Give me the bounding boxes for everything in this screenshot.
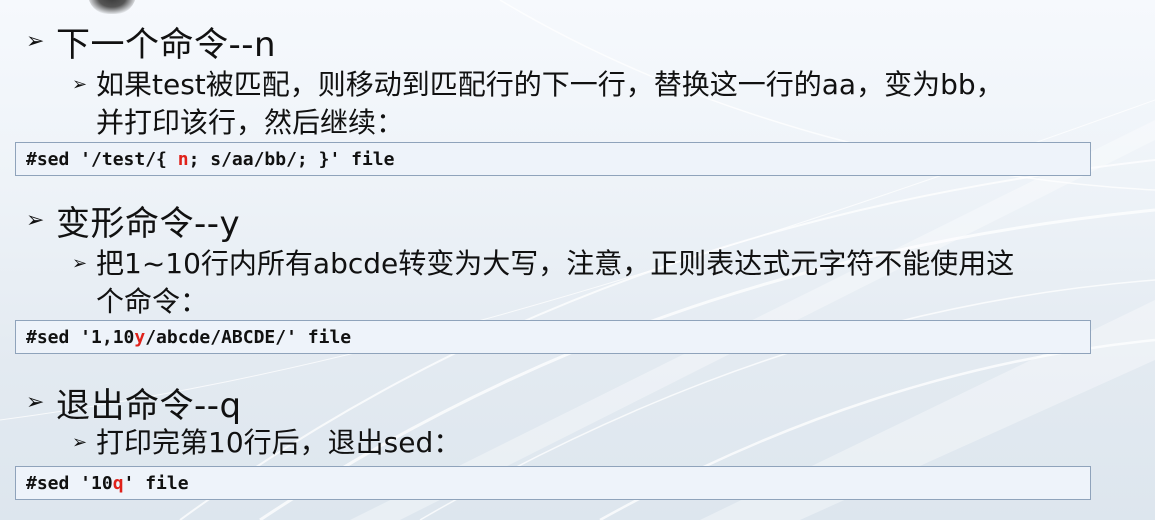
description-line: 打印完第10行后，退出sed： xyxy=(96,426,462,459)
code-highlight: q xyxy=(112,472,124,494)
description-line: 并打印该行，然后继续： xyxy=(96,106,405,139)
code-text: /abcde/ABCDE/' file xyxy=(145,326,352,348)
arrow-bullet-icon: ➢ xyxy=(72,74,88,95)
description-next-command: ➢ 如果test被匹配，则移动到匹配行的下一行，替换这一行的aa，变为bb， 并… xyxy=(72,66,1004,142)
code-text: #sed '10 xyxy=(26,472,113,494)
arrow-bullet-icon: ➢ xyxy=(72,432,88,453)
code-text: ; s/aa/bb/; }' file xyxy=(188,148,395,170)
heading-quit-command: ➢ 退出命令--q xyxy=(26,378,242,427)
heading-transform-command: ➢ 变形命令--y xyxy=(26,196,240,245)
arrow-bullet-icon: ➢ xyxy=(26,208,45,233)
heading-text: 退出命令--q xyxy=(56,386,242,426)
arrow-bullet-icon: ➢ xyxy=(26,29,45,54)
description-line: 如果test被匹配，则移动到匹配行的下一行，替换这一行的aa，变为bb， xyxy=(96,68,1004,101)
heading-text: 下一个命令--n xyxy=(56,25,277,65)
description-line: 个命令： xyxy=(96,285,209,318)
heading-text: 变形命令--y xyxy=(56,204,241,244)
description-line: 把1~10行内所有abcde转变为大写，注意，正则表达式元字符不能使用这 xyxy=(96,247,1015,280)
code-block-quit-command: #sed '10 q ' file xyxy=(15,466,1091,500)
code-highlight: y xyxy=(134,326,146,348)
description-transform-command: ➢ 把1~10行内所有abcde转变为大写，注意，正则表达式元字符不能使用这 个… xyxy=(72,245,1014,321)
code-text: #sed '/test/{ xyxy=(26,148,178,170)
code-block-next-command: #sed '/test/{ n; s/aa/bb/; }' file xyxy=(15,142,1091,176)
heading-next-command: ➢ 下一个命令--n xyxy=(26,17,276,66)
arrow-bullet-icon: ➢ xyxy=(72,253,88,274)
code-block-transform-command: #sed '1,10 y/abcde/ABCDE/' file xyxy=(15,320,1091,354)
arrow-bullet-icon: ➢ xyxy=(26,390,45,415)
code-text: #sed '1,10 xyxy=(26,326,135,348)
description-quit-command: ➢ 打印完第10行后，退出sed： xyxy=(72,424,461,462)
code-highlight: n xyxy=(177,148,189,170)
code-text: ' file xyxy=(123,472,189,494)
